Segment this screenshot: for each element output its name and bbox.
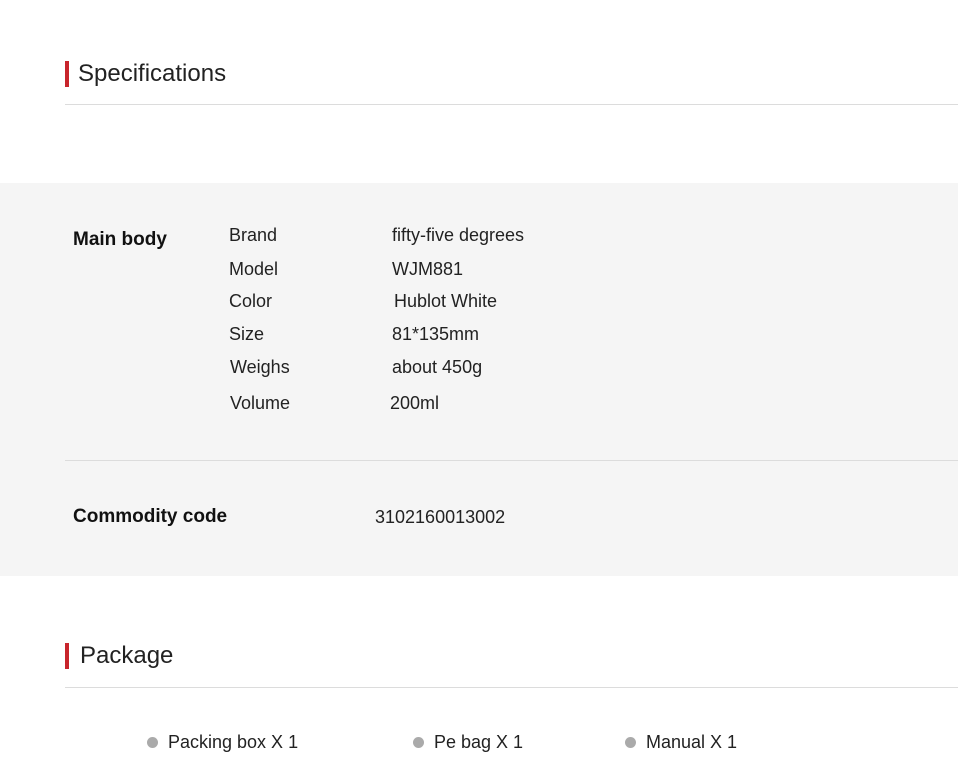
main-body-label: Main body: [73, 229, 167, 250]
commodity-code-label: Commodity code: [73, 506, 228, 527]
spec-value-volume: 200ml: [390, 393, 440, 413]
accent-bar: [65, 643, 69, 669]
bullet-dot-icon: [147, 736, 158, 748]
spec-value-weighs: about 450g: [392, 357, 483, 377]
specifications-header: Specifications: [65, 61, 958, 87]
spec-name-weighs: Weighs: [230, 357, 290, 377]
divider: [65, 460, 958, 461]
package-item: Packing box X 1: [147, 731, 298, 753]
divider: [65, 104, 958, 105]
spec-name-brand: Brand: [229, 225, 278, 245]
package-header: Package: [65, 643, 958, 669]
divider: [65, 687, 958, 688]
spec-value-size: 81*135mm: [392, 324, 480, 344]
package-item-label: Pe bag X 1: [434, 731, 524, 752]
spec-name-size: Size: [229, 324, 265, 344]
package-item-label: Packing box X 1: [168, 731, 299, 752]
section-title-specifications: Specifications: [78, 60, 227, 87]
package-item: Pe bag X 1: [413, 731, 523, 753]
spec-name-volume: Volume: [230, 393, 291, 413]
accent-bar: [65, 61, 69, 87]
package-item: Manual X 1: [625, 731, 737, 753]
spec-name-model: Model: [229, 259, 279, 279]
bullet-dot-icon: [625, 736, 636, 748]
section-title-package: Package: [80, 642, 174, 669]
package-item-label: Manual X 1: [646, 731, 738, 752]
spec-value-color: Hublot White: [394, 291, 498, 311]
spec-value-model: WJM881: [392, 259, 464, 279]
commodity-code-value: 3102160013002: [375, 507, 506, 527]
spec-value-brand: fifty-five degrees: [392, 225, 525, 245]
bullet-dot-icon: [413, 736, 424, 748]
spec-name-color: Color: [229, 291, 273, 311]
